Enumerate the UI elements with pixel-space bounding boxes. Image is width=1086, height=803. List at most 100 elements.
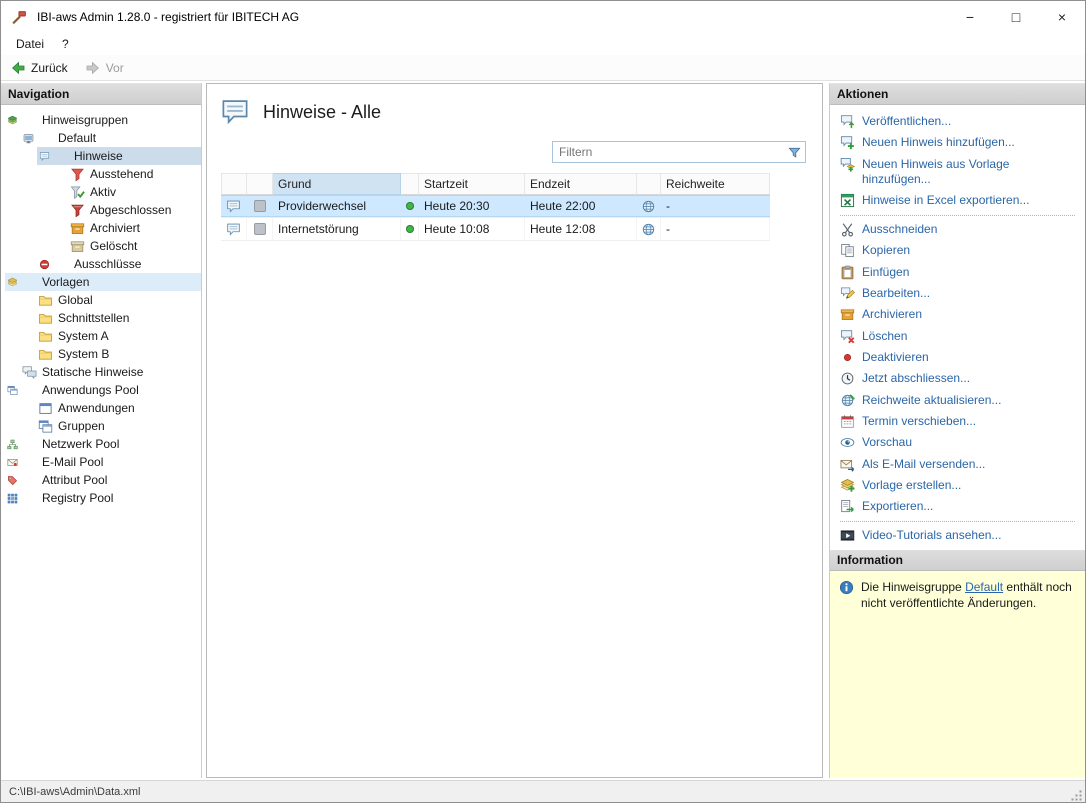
- action-item[interactable]: Bearbeiten...: [830, 283, 1085, 304]
- tree-chevron-icon[interactable]: [37, 257, 51, 271]
- tree-chevron-icon[interactable]: [5, 113, 19, 127]
- filter-box[interactable]: [552, 141, 806, 163]
- tree-chevron-icon[interactable]: [5, 473, 19, 487]
- nav-tree-item[interactable]: Statische Hinweise: [5, 363, 201, 381]
- maximize-button[interactable]: □: [993, 1, 1039, 33]
- close-button[interactable]: ×: [1039, 1, 1085, 33]
- action-icon: [840, 414, 855, 429]
- action-label: Einfügen: [862, 265, 909, 280]
- nav-tree-item[interactable]: Schnittstellen: [21, 309, 201, 327]
- nav-tree-item[interactable]: Anwendungen: [21, 399, 201, 417]
- tree-chevron-icon[interactable]: [21, 293, 35, 307]
- tree-chevron-icon[interactable]: [21, 311, 35, 325]
- table-row[interactable]: Internetstörung Heute 10:08 Heute 12:08 …: [221, 218, 770, 241]
- default-group-link[interactable]: Default: [965, 580, 1003, 594]
- tree-chevron-icon[interactable]: [21, 419, 35, 433]
- tree-chevron-icon[interactable]: [21, 131, 35, 145]
- action-item[interactable]: Exportieren...: [830, 496, 1085, 517]
- tree-chevron-icon[interactable]: [53, 185, 67, 199]
- tree-item-icon: [70, 221, 85, 236]
- action-label: Hinweise in Excel exportieren...: [862, 193, 1029, 208]
- nav-tree-item[interactable]: Attribut Pool: [5, 471, 201, 489]
- tree-chevron-icon[interactable]: [53, 221, 67, 235]
- action-item[interactable]: Archivieren: [830, 304, 1085, 325]
- action-item[interactable]: Neuen Hinweis hinzufügen...: [830, 132, 1085, 153]
- tree-chevron-icon[interactable]: [21, 347, 35, 361]
- window-title: IBI-aws Admin 1.28.0 - registriert für I…: [37, 10, 299, 24]
- action-item[interactable]: Einfügen: [830, 262, 1085, 283]
- nav-tree-item[interactable]: System B: [21, 345, 201, 363]
- tree-chevron-icon[interactable]: [5, 437, 19, 451]
- tree-chevron-icon[interactable]: [5, 491, 19, 505]
- tree-item-label: Netzwerk Pool: [40, 437, 123, 451]
- filter-input[interactable]: [553, 143, 787, 161]
- column-header-startzeit[interactable]: Startzeit: [419, 173, 525, 195]
- column-header-reichweite[interactable]: Reichweite: [661, 173, 770, 195]
- action-item[interactable]: Deaktivieren: [830, 347, 1085, 368]
- nav-tree-item[interactable]: Aktiv: [53, 183, 201, 201]
- column-header-type: [221, 173, 247, 195]
- column-header-grund[interactable]: Grund: [273, 173, 401, 195]
- cell-reichweite: -: [661, 195, 770, 217]
- nav-tree-item[interactable]: Hinweisgruppen: [5, 111, 201, 129]
- menu-datei[interactable]: Datei: [7, 35, 53, 53]
- nav-tree-item[interactable]: Gelöscht: [53, 237, 201, 255]
- nav-tree-item[interactable]: Global: [21, 291, 201, 309]
- nav-tree-item[interactable]: E-Mail Pool: [5, 453, 201, 471]
- back-button[interactable]: Zurück: [6, 58, 77, 78]
- nav-tree-item[interactable]: Registry Pool: [5, 489, 201, 507]
- menu-help[interactable]: ?: [53, 35, 78, 53]
- column-header-endzeit[interactable]: Endzeit: [525, 173, 637, 195]
- action-label: Deaktivieren: [862, 350, 929, 365]
- action-item[interactable]: Vorlage erstellen...: [830, 475, 1085, 496]
- tree-chevron-icon[interactable]: [5, 365, 19, 379]
- action-item[interactable]: Kopieren: [830, 240, 1085, 261]
- action-label: Jetzt abschliessen...: [862, 371, 970, 386]
- action-item[interactable]: Jetzt abschliessen...: [830, 368, 1085, 389]
- action-item[interactable]: Reichweite aktualisieren...: [830, 390, 1085, 411]
- filter-funnel-icon[interactable]: [787, 145, 802, 160]
- tree-chevron-icon[interactable]: [21, 329, 35, 343]
- reichweite-globe-icon: [641, 222, 656, 237]
- action-item[interactable]: Veröffentlichen...: [830, 111, 1085, 132]
- action-item[interactable]: Als E-Mail versenden...: [830, 454, 1085, 475]
- tree-chevron-icon[interactable]: [53, 239, 67, 253]
- nav-tree-item[interactable]: Anwendungs Pool: [5, 381, 201, 399]
- tree-item-label: Attribut Pool: [40, 473, 111, 487]
- hinweise-bubble-icon: [220, 97, 250, 127]
- action-label: Neuen Hinweis hinzufügen...: [862, 135, 1015, 150]
- tree-chevron-icon[interactable]: [5, 455, 19, 469]
- minimize-button[interactable]: −: [947, 1, 993, 33]
- forward-button[interactable]: Vor: [81, 58, 133, 78]
- tree-chevron-icon[interactable]: [37, 149, 51, 163]
- nav-tree-item[interactable]: Vorlagen: [5, 273, 201, 291]
- action-label: Vorlage erstellen...: [862, 478, 961, 493]
- action-item[interactable]: Neuen Hinweis aus Vorlage hinzufügen...: [830, 154, 1085, 191]
- action-item[interactable]: Termin verschieben...: [830, 411, 1085, 432]
- nav-tree-item[interactable]: Abgeschlossen: [53, 201, 201, 219]
- nav-tree-item[interactable]: Gruppen: [21, 417, 201, 435]
- table-row[interactable]: Providerwechsel Heute 20:30 Heute 22:00 …: [221, 195, 770, 218]
- tree-chevron-icon[interactable]: [21, 401, 35, 415]
- nav-tree-item[interactable]: System A: [21, 327, 201, 345]
- tree-chevron-icon[interactable]: [5, 383, 19, 397]
- action-item[interactable]: Vorschau: [830, 432, 1085, 453]
- resize-grip[interactable]: [1070, 789, 1083, 802]
- tree-chevron-icon[interactable]: [5, 275, 19, 289]
- action-item[interactable]: Video-Tutorials ansehen...: [830, 525, 1085, 546]
- tree-chevron-icon[interactable]: [53, 167, 67, 181]
- information-box: Die Hinweisgruppe Default enthält noch n…: [830, 571, 1085, 778]
- action-item[interactable]: Löschen: [830, 326, 1085, 347]
- nav-tree-item[interactable]: Archiviert: [53, 219, 201, 237]
- nav-tree-item[interactable]: Ausstehend: [53, 165, 201, 183]
- action-item[interactable]: Ausschneiden: [830, 219, 1085, 240]
- tree-item-label: E-Mail Pool: [40, 455, 107, 469]
- tree-chevron-icon[interactable]: [53, 203, 67, 217]
- nav-tree-item[interactable]: Netzwerk Pool: [5, 435, 201, 453]
- tree-item-icon: [22, 275, 37, 290]
- nav-tree-item[interactable]: Hinweise: [37, 147, 201, 165]
- nav-tree-item[interactable]: Default: [21, 129, 201, 147]
- action-item[interactable]: Hinweise in Excel exportieren...: [830, 190, 1085, 211]
- nav-tree-item[interactable]: Ausschlüsse: [37, 255, 201, 273]
- action-icon: [840, 114, 855, 129]
